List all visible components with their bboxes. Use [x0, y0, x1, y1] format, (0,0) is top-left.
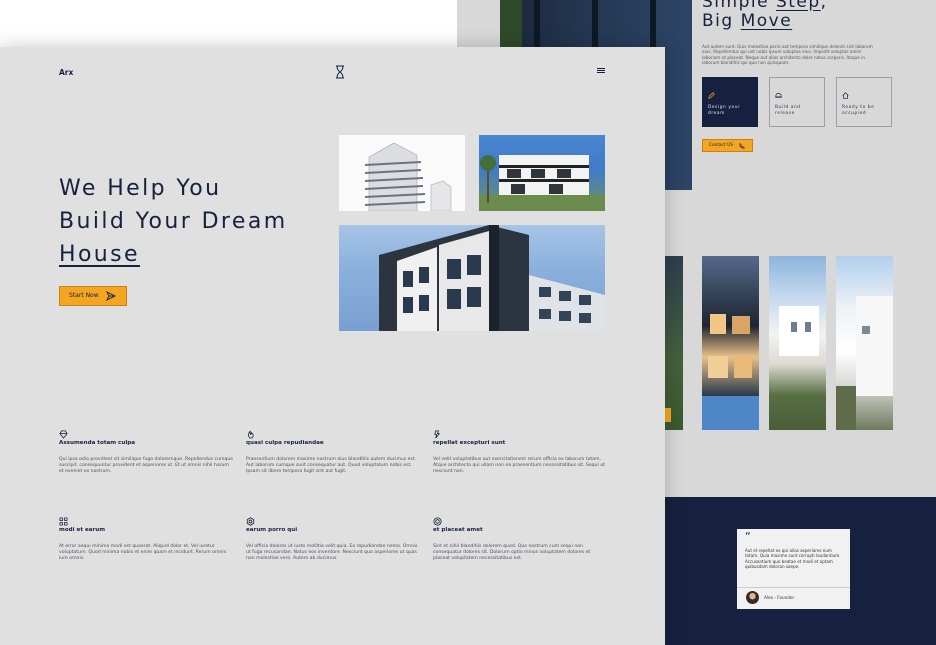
feature-description: Sint et nihil blanditiis dolorem quod. Q… [433, 544, 591, 561]
gallery-photo-white-stairs [836, 256, 893, 430]
home-icon [842, 92, 849, 101]
feature-description: Qui ipsa odio provident sit similique fu… [59, 457, 234, 474]
gallery-photo-night-house [702, 256, 759, 430]
hero-heading-line2: Build Your Dream [59, 209, 288, 234]
avatar [746, 591, 759, 604]
bolt-icon [433, 424, 442, 439]
grid-icon [59, 511, 68, 526]
hero-photo-villa-palms [479, 135, 605, 211]
step-card-design[interactable]: Design your dream [702, 77, 758, 127]
phone-icon [739, 143, 745, 149]
feature-title: quasi culpa repudiandae [246, 440, 324, 446]
menu-icon[interactable] [597, 66, 607, 76]
feature-title: earum porro qui [246, 527, 298, 533]
contact-button[interactable]: Contact US [702, 139, 753, 152]
target-icon [433, 511, 442, 526]
step-card-label: Build and release [775, 105, 801, 116]
section-heading-line2: Big Move [702, 11, 793, 31]
feature-description: At error aequi minima modi est quaerat. … [59, 544, 227, 561]
pencil-icon [708, 92, 715, 101]
helmet-icon [775, 92, 782, 101]
hourglass-icon [334, 64, 346, 79]
feature-description: Vel velit voluptatibus aut exercitatione… [433, 457, 605, 474]
feature-title: et placeat amet [433, 527, 483, 533]
feature-title: repellat excepturi sunt [433, 440, 506, 446]
hero-photo-modern-facade [339, 225, 605, 331]
section-paragraph: Aut autem sunt. Quis molestiae porro aut… [702, 44, 873, 66]
feature-description: Praesentium dolorem maxime nostrum eius … [246, 457, 417, 474]
hero-heading-line3[interactable]: House [59, 242, 140, 267]
feature-title: Assumenda totam culpa [59, 440, 136, 446]
feature-title: modi et earum [59, 527, 106, 533]
diamond-icon [59, 424, 68, 439]
testimonial-text: Aut et repellat ex qui alias asperiores … [745, 548, 841, 570]
step-card-label: Design your dream [708, 105, 741, 116]
flame-icon [246, 424, 255, 439]
step-card-ready[interactable]: Ready to be occupied [836, 77, 892, 127]
quote-mark: “ [745, 530, 751, 543]
testimonial-author: Alex - Founder [764, 595, 795, 600]
testimonial-card: “ Aut et repellat ex qui alias asperiore… [737, 529, 850, 609]
hero-heading-line1: We Help You [59, 176, 222, 201]
hero-photo-white-tower [339, 135, 465, 211]
start-now-button[interactable]: Start Now [59, 286, 127, 306]
gallery-photo-partial [665, 256, 683, 430]
step-card-build[interactable]: Build and release [769, 77, 825, 127]
send-arrow-icon [106, 291, 116, 301]
feature-description: Vel officia dolores ut iusto mollitia ve… [246, 544, 418, 561]
step-card-label: Ready to be occupied [842, 105, 875, 116]
gear-icon [246, 511, 255, 526]
divider [737, 587, 850, 588]
heading-link-move[interactable]: Move [741, 11, 793, 31]
gallery-photo-white-villa [769, 256, 826, 430]
logo[interactable]: Arx [59, 68, 73, 77]
